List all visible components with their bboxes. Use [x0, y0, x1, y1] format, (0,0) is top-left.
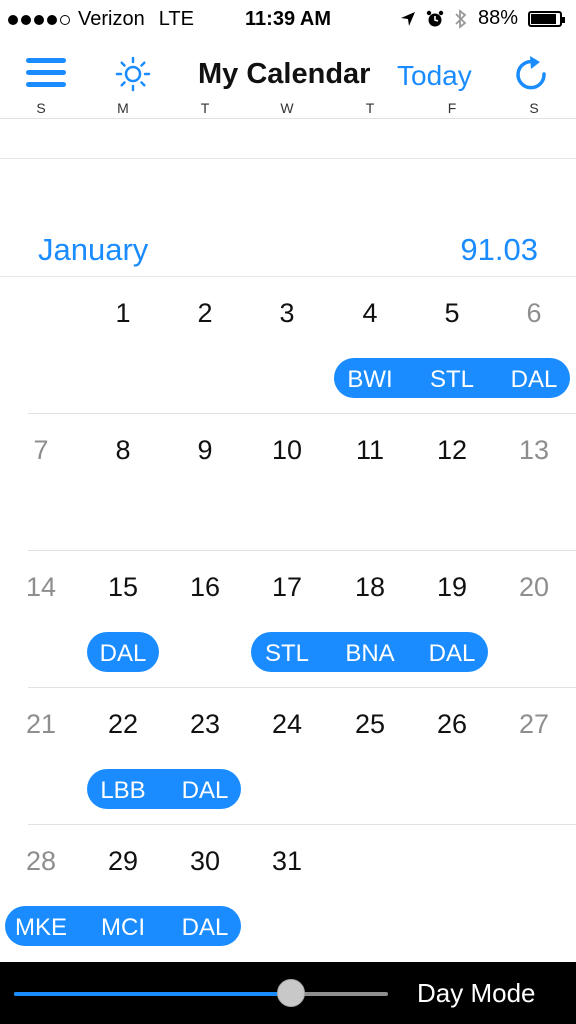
bluetooth-icon [455, 8, 467, 29]
brightness-icon[interactable] [113, 54, 153, 94]
bottom-bar: Day Mode [0, 962, 576, 1024]
week-divider [28, 824, 576, 825]
battery-icon [528, 10, 565, 27]
calendar-day[interactable]: 26 [422, 709, 482, 740]
menu-icon[interactable] [26, 58, 66, 90]
mode-slider-fill [14, 992, 291, 996]
calendar-day[interactable]: 25 [340, 709, 400, 740]
calendar-day[interactable]: 10 [257, 435, 317, 466]
divider [0, 158, 576, 159]
status-right: 88% [400, 7, 565, 30]
battery-fill [531, 13, 556, 24]
airport-code: BWI [347, 366, 393, 393]
mode-label: Day Mode [417, 978, 536, 1008]
calendar-day[interactable]: 31 [257, 846, 317, 877]
week-divider [28, 550, 576, 551]
weekday-label: S [36, 100, 46, 116]
calendar-day[interactable]: 17 [257, 572, 317, 603]
calendar-day[interactable]: 16 [175, 572, 235, 603]
alarm-clock-icon [426, 10, 444, 26]
trip-pill[interactable]: STL BNA DAL [251, 632, 488, 672]
calendar-day[interactable]: 2 [175, 298, 235, 329]
airport-code: STL [264, 640, 309, 667]
calendar-day[interactable]: 4 [340, 298, 400, 329]
calendar-day[interactable]: 24 [257, 709, 317, 740]
month-name: January [38, 232, 149, 267]
month-header: January 91.03 [0, 228, 576, 276]
week-divider [28, 687, 576, 688]
trip-pill[interactable]: MKE MCI DAL [5, 906, 241, 946]
calendar-day[interactable]: 8 [93, 435, 153, 466]
airport-code: DAL [181, 914, 229, 941]
weekday-label: T [200, 100, 210, 116]
calendar-day[interactable]: 22 [93, 709, 153, 740]
airport-code: STL [429, 366, 474, 393]
calendar-day[interactable]: 9 [175, 435, 235, 466]
airport-code: DAL [99, 640, 147, 667]
trip-pill[interactable]: BWI STL DAL [334, 358, 570, 398]
calendar-day[interactable]: 23 [175, 709, 235, 740]
weekday-label: M [117, 100, 129, 116]
calendar-day[interactable]: 28 [11, 846, 71, 877]
calendar-day[interactable]: 14 [11, 572, 71, 603]
weekday-label: W [280, 100, 294, 116]
status-bar: Verizon LTE 11:39 AM 88% [0, 0, 576, 40]
airport-code: MCI [101, 914, 145, 941]
calendar-day[interactable]: 12 [422, 435, 482, 466]
calendar-day[interactable]: 20 [504, 572, 564, 603]
calendar-day[interactable]: 7 [11, 435, 71, 466]
airport-code: DAL [181, 777, 229, 804]
location-arrow-icon [400, 11, 415, 26]
calendar-day[interactable]: 13 [504, 435, 564, 466]
trip-pill[interactable]: LBB DAL [87, 769, 241, 809]
calendar-day[interactable]: 19 [422, 572, 482, 603]
calendar-day[interactable]: 1 [93, 298, 153, 329]
page-title: My Calendar [198, 58, 371, 90]
refresh-icon[interactable] [510, 54, 554, 98]
calendar-day[interactable]: 29 [93, 846, 153, 877]
calendar-day[interactable]: 6 [504, 298, 564, 329]
month-total: 91.03 [460, 232, 538, 267]
airport-code: DAL [510, 366, 558, 393]
weekday-label: T [365, 100, 375, 116]
calendar-day[interactable]: 15 [93, 572, 153, 603]
calendar-header: My Calendar Today S M T W T F S [0, 40, 576, 119]
airport-code: DAL [428, 640, 476, 667]
calendar-day[interactable]: 5 [422, 298, 482, 329]
calendar-day[interactable]: 18 [340, 572, 400, 603]
trip-pill[interactable]: DAL [87, 632, 159, 672]
weekday-label: S [529, 100, 539, 116]
calendar-day[interactable]: 3 [257, 298, 317, 329]
week-divider [28, 413, 576, 414]
calendar-day[interactable]: 11 [340, 435, 400, 466]
battery-percent: 88% [477, 7, 518, 29]
divider [0, 276, 576, 277]
calendar-day[interactable]: 30 [175, 846, 235, 877]
airport-code: MKE [14, 914, 67, 941]
calendar-day[interactable]: 21 [11, 709, 71, 740]
airport-code: BNA [345, 640, 395, 667]
mode-slider-thumb[interactable] [276, 979, 305, 1007]
airport-code: LBB [100, 777, 146, 804]
weekday-label: F [447, 100, 457, 116]
calendar-day[interactable]: 27 [504, 709, 564, 740]
today-button[interactable]: Today [397, 60, 472, 92]
